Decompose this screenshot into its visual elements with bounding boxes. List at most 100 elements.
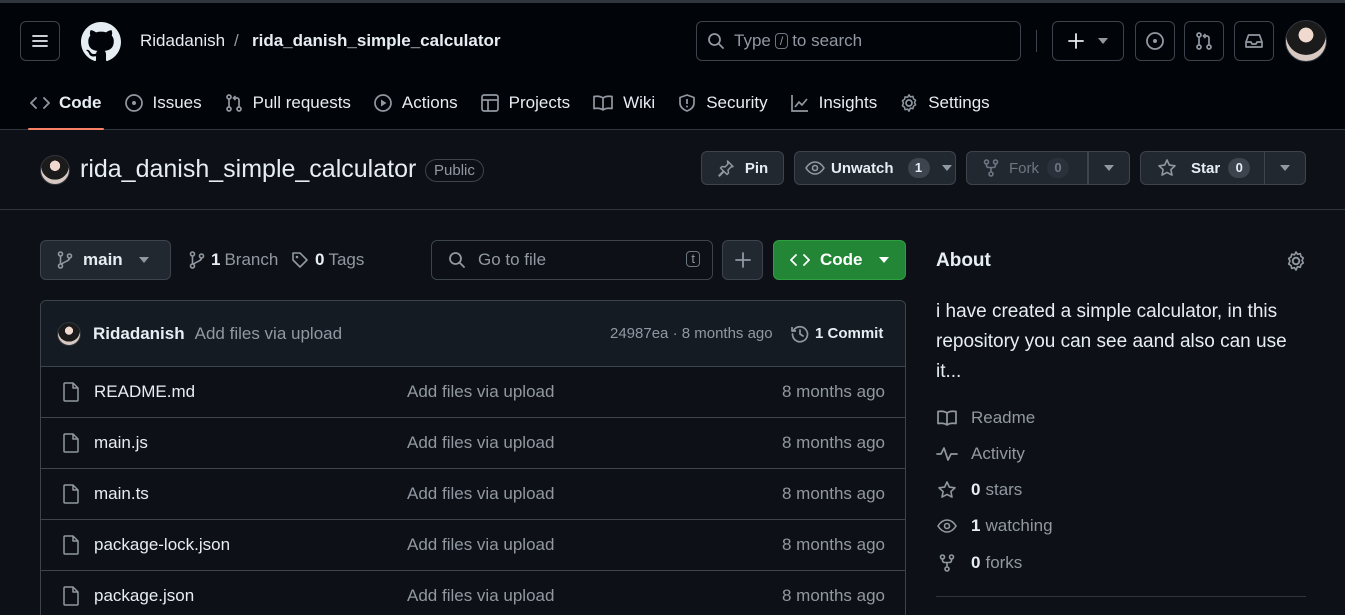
triangle-down-icon — [878, 257, 889, 263]
file-commit-message[interactable]: Add files via upload — [407, 535, 554, 555]
file-row[interactable]: main.ts Add files via upload 8 months ag… — [41, 469, 905, 520]
file-icon — [63, 586, 79, 606]
triangle-down-icon — [1104, 165, 1114, 171]
file-name[interactable]: package.json — [94, 586, 194, 606]
file-row[interactable]: main.js Add files via upload 8 months ag… — [41, 418, 905, 469]
breadcrumb-repo[interactable]: rida_danish_simple_calculator — [252, 31, 501, 51]
code-dropdown-button[interactable]: Code — [773, 240, 906, 280]
search-input[interactable]: Type / to search — [696, 21, 1021, 61]
triangle-down-icon — [138, 257, 149, 263]
branches-link[interactable]: 1 Branch — [189, 250, 278, 270]
issues-button[interactable] — [1135, 21, 1175, 61]
git-pull-request-icon — [1194, 31, 1214, 51]
book-icon — [592, 94, 614, 112]
issue-opened-icon — [1145, 31, 1165, 51]
file-commit-date: 8 months ago — [781, 382, 885, 401]
star-button[interactable]: Star 0 — [1140, 151, 1265, 185]
file-name[interactable]: main.ts — [94, 484, 149, 504]
file-commit-message[interactable]: Add files via upload — [407, 586, 554, 606]
git-branch-icon — [189, 251, 205, 269]
tab-pull-requests-label: Pull requests — [252, 93, 351, 112]
github-logo-icon[interactable] — [81, 22, 121, 62]
stars-label: stars — [985, 480, 1023, 499]
pin-button[interactable]: Pin — [701, 151, 784, 185]
plus-icon — [1068, 33, 1084, 49]
eye-icon — [936, 518, 958, 534]
gear-icon[interactable] — [1285, 250, 1307, 272]
tab-security-label: Security — [706, 93, 768, 112]
hamburger-icon — [31, 33, 49, 49]
go-to-file-shortcut: t — [686, 251, 700, 267]
branches-count: 1 — [211, 250, 221, 269]
search-shortcut-key: / — [774, 33, 789, 49]
tab-code[interactable]: Code — [20, 80, 112, 130]
tab-security[interactable]: Security — [667, 80, 777, 126]
file-row[interactable]: README.md Add files via upload 8 months … — [41, 367, 905, 418]
forks-link[interactable]: 0 forks — [936, 553, 1022, 573]
menu-button[interactable] — [20, 21, 60, 61]
file-row[interactable]: package-lock.json Add files via upload 8… — [41, 520, 905, 571]
commit-author[interactable]: Ridadanish — [93, 324, 185, 344]
tab-issues-label: Issues — [152, 93, 202, 112]
fork-button[interactable]: Fork 0 — [966, 151, 1088, 185]
go-to-file-input[interactable]: Go to file t — [431, 240, 713, 280]
watching-link[interactable]: 1 watching — [936, 516, 1053, 536]
about-description: i have created a simple calculator, in t… — [936, 301, 1287, 382]
repo-owner-avatar[interactable] — [40, 155, 70, 185]
issue-icon — [124, 93, 144, 113]
file-commit-message[interactable]: Add files via upload — [407, 433, 554, 453]
tab-insights[interactable]: Insights — [780, 80, 888, 126]
tab-settings[interactable]: Settings — [889, 80, 999, 126]
tab-pull-requests[interactable]: Pull requests — [214, 80, 361, 126]
fork-dropdown-button[interactable] — [1088, 151, 1130, 185]
user-avatar[interactable] — [1285, 20, 1327, 62]
unwatch-button[interactable]: Unwatch 1 — [794, 151, 956, 185]
tab-code-label: Code — [59, 93, 102, 112]
breadcrumb-separator: / — [234, 31, 239, 50]
pin-label: Pin — [744, 159, 769, 177]
gear-icon — [899, 93, 919, 113]
add-file-button[interactable] — [722, 240, 763, 280]
branch-selector[interactable]: main — [40, 240, 171, 280]
file-list: Ridadanish Add files via upload 24987ea … — [40, 300, 906, 615]
activity-label: Activity — [971, 444, 1025, 463]
watching-count: 1 — [971, 516, 981, 535]
commits-link[interactable]: 1 Commit — [790, 324, 883, 344]
code-icon — [790, 252, 810, 268]
pull-requests-button[interactable] — [1184, 21, 1224, 61]
file-name[interactable]: main.js — [94, 433, 148, 453]
tab-issues[interactable]: Issues — [114, 80, 212, 126]
breadcrumb-owner[interactable]: Ridadanish — [140, 31, 225, 51]
file-name[interactable]: package-lock.json — [94, 535, 230, 555]
commit-meta[interactable]: 24987ea · 8 months ago — [610, 325, 773, 342]
tags-link[interactable]: 0 Tags — [291, 250, 364, 270]
tab-actions[interactable]: Actions — [363, 80, 468, 126]
file-row[interactable]: package.json Add files via upload 8 mont… — [41, 571, 905, 615]
repo-title[interactable]: rida_danish_simple_calculator — [80, 155, 416, 184]
star-dropdown-button[interactable] — [1264, 151, 1306, 185]
stars-link[interactable]: 0 stars — [936, 480, 1022, 500]
star-counter: 0 — [1228, 158, 1251, 178]
shield-icon — [677, 93, 697, 113]
play-icon — [373, 93, 393, 113]
file-commit-message[interactable]: Add files via upload — [407, 382, 554, 402]
file-name[interactable]: README.md — [94, 382, 195, 402]
commit-author-avatar[interactable] — [57, 321, 81, 346]
branch-name: main — [83, 250, 123, 269]
latest-commit-bar: Ridadanish Add files via upload 24987ea … — [41, 301, 905, 367]
repo-forked-icon — [936, 554, 958, 572]
file-commit-message[interactable]: Add files via upload — [407, 484, 554, 504]
readme-label: Readme — [971, 408, 1036, 427]
tab-settings-label: Settings — [928, 93, 990, 112]
repository-header: rida_danish_simple_calculator Public Pin… — [0, 131, 1345, 210]
eye-icon — [805, 160, 825, 176]
activity-link[interactable]: Activity — [936, 444, 1025, 464]
commit-message[interactable]: Add files via upload — [195, 324, 342, 344]
unwatch-label: Unwatch — [831, 159, 894, 177]
tab-projects[interactable]: Projects — [470, 80, 580, 126]
readme-link[interactable]: Readme — [936, 408, 1035, 428]
create-new-button[interactable] — [1052, 21, 1124, 61]
inbox-button[interactable] — [1234, 21, 1274, 61]
file-icon — [63, 484, 79, 504]
tab-wiki[interactable]: Wiki — [582, 80, 665, 126]
